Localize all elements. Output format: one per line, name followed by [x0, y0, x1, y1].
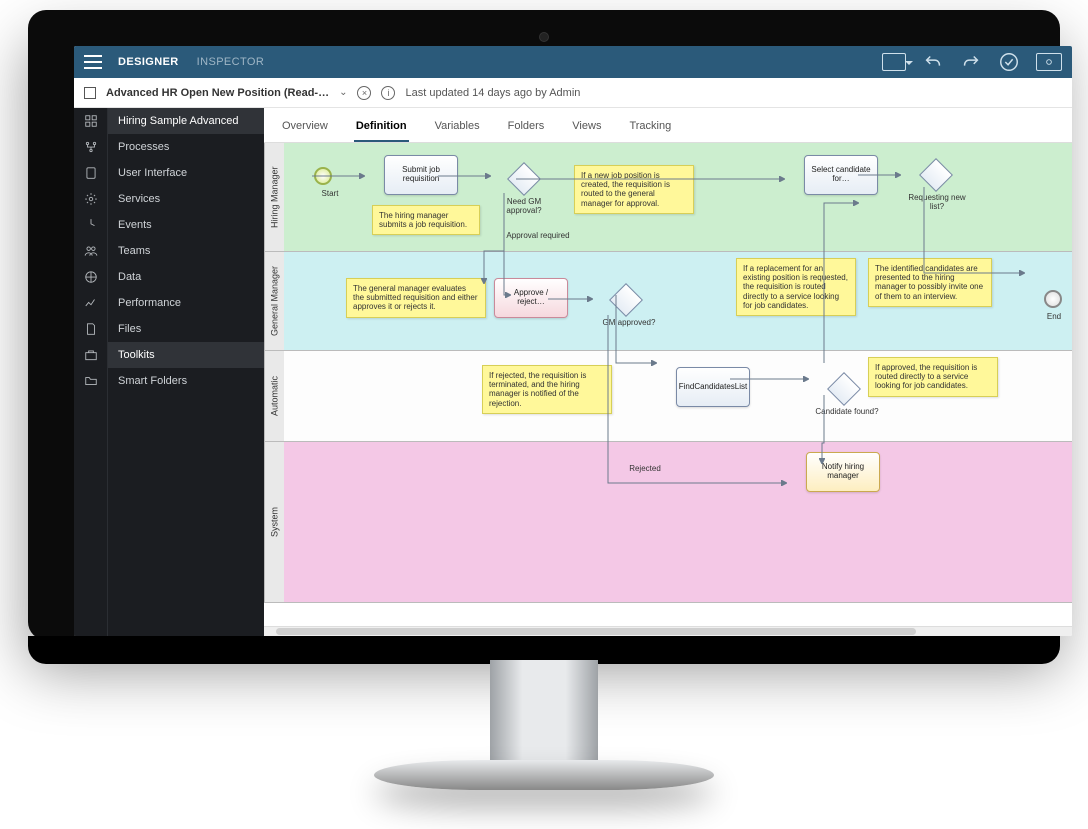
snapshot-icon[interactable] — [1036, 53, 1062, 71]
sidebar-item-services[interactable]: Services — [108, 186, 264, 212]
sidebar-item-performance[interactable]: Performance — [108, 290, 264, 316]
sidebar-item-events[interactable]: Events — [108, 212, 264, 238]
sidebar-item-data[interactable]: Data — [108, 264, 264, 290]
sidebar-ui-icon[interactable] — [74, 160, 107, 186]
sidebar-item-user-interface[interactable]: User Interface — [108, 160, 264, 186]
gateway-requesting-label: Requesting new list? — [902, 193, 972, 211]
note-4[interactable]: If rejected, the requisition is terminat… — [482, 365, 612, 414]
info-icon[interactable]: i — [381, 86, 395, 100]
webcam — [539, 32, 549, 42]
redo-icon[interactable] — [960, 51, 982, 73]
task-approve-reject[interactable]: Approve / reject… — [494, 278, 568, 318]
gateway-gm-approved[interactable] — [609, 283, 643, 317]
gateway-candidate-found[interactable] — [827, 372, 861, 406]
task-notify-hiring-manager[interactable]: Notify hiring manager — [806, 452, 880, 492]
process-title-bar: Advanced HR Open New Position (Read-… ⌄ … — [74, 78, 1072, 108]
gateway-requesting[interactable] — [919, 158, 953, 192]
sidebar-folder-icon[interactable] — [74, 368, 107, 394]
sidebar-item-smart-folders[interactable]: Smart Folders — [108, 368, 264, 394]
tab-variables[interactable]: Variables — [433, 114, 482, 142]
note-6[interactable]: The identified candidates are presented … — [868, 258, 992, 307]
tab-tracking[interactable]: Tracking — [627, 114, 673, 142]
sidebar-nav-list: Hiring Sample AdvancedProcessesUser Inte… — [108, 108, 264, 636]
lane-header-hiring-manager[interactable]: Hiring Manager — [264, 143, 284, 251]
task-find-candidates[interactable]: FindCandidatesList — [676, 367, 750, 407]
task-select-candidate[interactable]: Select candidate for… — [804, 155, 878, 195]
editor-tabs: Overview Definition Variables Folders Views T… — [264, 108, 1072, 143]
sidebar-item-processes[interactable]: Processes — [108, 134, 264, 160]
scrollbar-thumb[interactable] — [276, 628, 916, 635]
note-2[interactable]: If a new job position is created, the re… — [574, 165, 694, 214]
process-type-icon — [84, 87, 96, 99]
mode-inspector-tab[interactable]: INSPECTOR — [195, 52, 267, 72]
sidebar-process-icon[interactable] — [74, 134, 107, 160]
sidebar-item-hiring-sample-advanced[interactable]: Hiring Sample Advanced — [108, 108, 264, 134]
lane-header-automatic[interactable]: Automatic — [264, 351, 284, 441]
start-label: Start — [300, 189, 360, 198]
horizontal-scrollbar[interactable] — [264, 626, 1072, 636]
gateway-gm-approved-label: GM approved? — [594, 318, 664, 327]
sidebar-services-gear-icon[interactable] — [74, 186, 107, 212]
edge-rejected: Rejected — [620, 464, 670, 473]
end-event[interactable] — [1044, 290, 1062, 308]
task-submit-requisition[interactable]: Submit job requisition — [384, 155, 458, 195]
sidebar-item-files[interactable]: Files — [108, 316, 264, 342]
sidebar-apps-icon[interactable] — [74, 108, 107, 134]
bpmn-canvas[interactable]: Hiring Manager Start Submit job requisit… — [264, 143, 1072, 626]
sidebar-file-icon[interactable] — [74, 316, 107, 342]
tab-views[interactable]: Views — [570, 114, 603, 142]
sidebar-item-teams[interactable]: Teams — [108, 238, 264, 264]
end-label: End — [1034, 312, 1072, 321]
tab-folders[interactable]: Folders — [506, 114, 547, 142]
lane-header-system[interactable]: System — [264, 442, 284, 602]
left-sidebar: Hiring Sample AdvancedProcessesUser Inte… — [74, 108, 264, 636]
sidebar-events-icon[interactable] — [74, 212, 107, 238]
gateway-candidate-found-label: Candidate found? — [812, 407, 882, 416]
gateway-need-gm[interactable] — [507, 162, 541, 196]
gateway-need-gm-label: Need GM approval? — [494, 197, 554, 215]
process-name: Advanced HR Open New Position (Read-… — [106, 87, 329, 99]
sidebar-toolkit-icon[interactable] — [74, 342, 107, 368]
edge-approval-required: Approval required — [498, 231, 578, 240]
note-1[interactable]: The hiring manager submits a job requisi… — [372, 205, 480, 235]
tab-definition[interactable]: Definition — [354, 114, 409, 142]
sidebar-data-icon[interactable] — [74, 264, 107, 290]
menu-hamburger-icon[interactable] — [84, 55, 102, 69]
lane-header-general-manager[interactable]: General Manager — [264, 252, 284, 350]
last-updated-text: Last updated 14 days ago by Admin — [405, 87, 580, 99]
note-7[interactable]: If approved, the requisition is routed d… — [868, 357, 998, 397]
sidebar-performance-icon[interactable] — [74, 290, 107, 316]
close-icon[interactable]: × — [357, 86, 371, 100]
tab-overview[interactable]: Overview — [280, 114, 330, 142]
sidebar-icon-rail — [74, 108, 108, 636]
sidebar-item-toolkits[interactable]: Toolkits — [108, 342, 264, 368]
validate-check-icon[interactable] — [998, 51, 1020, 73]
undo-icon[interactable] — [922, 51, 944, 73]
mode-designer-tab[interactable]: DESIGNER — [116, 52, 181, 72]
start-event[interactable] — [314, 167, 332, 185]
top-app-bar: DESIGNER INSPECTOR — [74, 46, 1072, 78]
process-dropdown-chevron-icon[interactable]: ⌄ — [339, 87, 347, 98]
note-5[interactable]: If a replacement for an existing positio… — [736, 258, 856, 316]
screenshot-dropdown-icon[interactable] — [882, 53, 906, 71]
note-3[interactable]: The general manager evaluates the submit… — [346, 278, 486, 318]
sidebar-teams-icon[interactable] — [74, 238, 107, 264]
